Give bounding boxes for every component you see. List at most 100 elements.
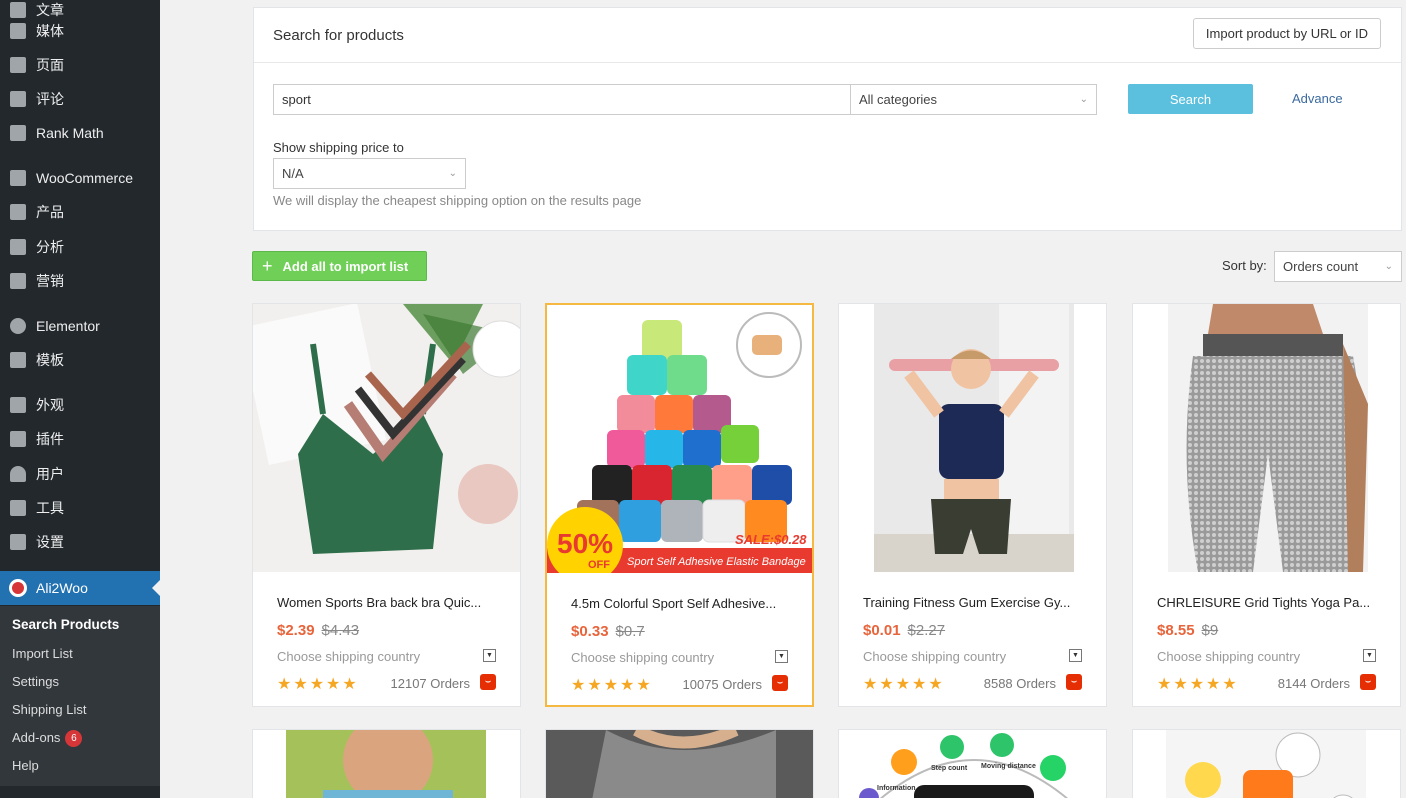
shipping-country-link[interactable]: Choose shipping country [571,650,714,665]
menu-label: 页面 [36,57,64,73]
orders-count: 8588 Orders [983,676,1056,691]
menu-label: 用户 [36,466,64,482]
category-select[interactable]: All categories ⌄ [850,84,1097,115]
product-card[interactable] [1132,729,1401,798]
submenu-add-ons[interactable]: Add-ons 6 [12,728,83,748]
appearance-icon [0,397,36,413]
shipping-country-link[interactable]: Choose shipping country [277,649,420,664]
shipping-country-select[interactable]: N/A ⌄ [273,158,466,189]
rating-stars: ★★★★★ [277,676,359,693]
menu-label: 模板 [36,352,64,368]
search-button[interactable]: Search [1128,84,1253,114]
product-image[interactable] [839,304,1106,572]
product-card[interactable]: Training Fitness Gum Exercise Gy... $0.0… [838,303,1107,707]
submenu-help[interactable]: Help [12,756,39,776]
orders-count: 12107 Orders [390,676,471,691]
admin-sidebar: 文章 媒体 页面 评论 Rank Math WooCommerce 产品 分析 … [0,0,160,798]
product-title[interactable]: CHRLEISURE Grid Tights Yoga Pa... [1157,595,1379,610]
menu-item-media[interactable]: 媒体 [0,14,160,48]
menu-item-rank-math[interactable]: Rank Math [0,116,160,150]
product-old-price: $4.43 [321,622,360,639]
product-card[interactable]: CHRLEISURE Grid Tights Yoga Pa... $8.55 … [1132,303,1401,707]
active-indicator [152,580,160,596]
submenu-shipping-list[interactable]: Shipping List [12,700,86,720]
dropdown-arrow-icon[interactable]: ▼ [1069,649,1082,662]
menu-item-tools[interactable]: 工具 [0,491,160,525]
dropdown-arrow-icon[interactable]: ▼ [1363,649,1376,662]
product-old-price: $9 [1201,622,1219,639]
menu-item-pages[interactable]: 页面 [0,48,160,82]
chevron-down-icon: ⌄ [1079,94,1088,105]
menu-item-products[interactable]: 产品 [0,195,160,229]
product-card[interactable]: 50% OFF SALE:$0.28 Sport Self Adhesive E… [545,303,814,707]
product-image[interactable] [1133,304,1400,572]
rank-math-icon [0,125,36,141]
product-title[interactable]: Women Sports Bra back bra Quic... [277,595,499,610]
product-title[interactable]: Training Fitness Gum Exercise Gy... [863,595,1085,610]
dropdown-arrow-icon[interactable]: ▼ [775,650,788,663]
product-price: $2.39 [277,622,315,639]
marketing-icon [0,273,36,289]
menu-item-templates[interactable]: 模板 [0,343,160,377]
pages-icon [0,57,36,73]
aliexpress-icon[interactable]: ⌣ [1066,674,1082,690]
sale-price-banner: SALE:$0.28 [735,532,807,547]
product-title[interactable]: 4.5m Colorful Sport Self Adhesive... [571,596,793,611]
shipping-label: Show shipping price to [273,140,404,155]
product-image[interactable] [1133,730,1400,798]
dropdown-arrow-icon[interactable]: ▼ [483,649,496,662]
add-all-to-import-list-button[interactable]: + Add all to import list [252,251,427,281]
product-price: $8.55 [1157,622,1195,639]
menu-item-comments[interactable]: 评论 [0,82,160,116]
menu-item-marketing[interactable]: 营销 [0,264,160,298]
menu-item-analytics[interactable]: 分析 [0,230,160,264]
product-image[interactable] [253,730,520,798]
sale-percent: 50% [557,528,613,559]
product-card[interactable] [545,729,814,798]
menu-label: 评论 [36,91,64,107]
aliexpress-icon[interactable]: ⌣ [772,675,788,691]
product-card[interactable] [252,729,521,798]
search-input[interactable]: sport [273,84,850,115]
menu-item-ali2woo[interactable]: Ali2Woo [0,571,160,605]
settings-icon [0,534,36,550]
advance-link[interactable]: Advance [1292,91,1343,106]
sort-select[interactable]: Orders count ⌄ [1274,251,1402,282]
orders-count: 8144 Orders [1277,676,1350,691]
feature-label: Moving distance [981,763,1036,770]
chevron-down-icon: ⌄ [1384,261,1393,272]
menu-item-users[interactable]: 用户 [0,457,160,491]
menu-label: 媒体 [36,23,64,39]
submenu-import-list[interactable]: Import List [12,644,73,664]
woocommerce-icon [0,170,36,186]
import-by-url-button[interactable]: Import product by URL or ID [1192,18,1381,49]
update-count-badge: 6 [65,730,83,748]
aliexpress-icon[interactable]: ⌣ [480,674,496,690]
product-card[interactable]: Women Sports Bra back bra Quic... $2.39 … [252,303,521,707]
product-old-price: $0.7 [615,623,645,640]
sort-label: Sort by: [1222,258,1267,273]
shipping-hint: We will display the cheapest shipping op… [273,193,642,208]
menu-item-plugins[interactable]: 插件 [0,422,160,456]
shipping-value: N/A [282,166,304,181]
menu-item-appearance[interactable]: 外观 [0,388,160,422]
product-image[interactable]: Step count Moving distance Information [839,730,1106,798]
feature-label: Information [877,785,916,792]
product-image[interactable]: 50% OFF SALE:$0.28 Sport Self Adhesive E… [547,305,812,573]
menu-item-elementor[interactable]: Elementor [0,309,160,343]
product-card[interactable]: Step count Moving distance Information [838,729,1107,798]
menu-item-settings[interactable]: 设置 [0,525,160,559]
ali2woo-icon [0,579,36,597]
shipping-country-link[interactable]: Choose shipping country [863,649,1006,664]
ali2woo-submenu: Search Products Import List Settings Shi… [0,606,160,786]
shipping-country-link[interactable]: Choose shipping country [1157,649,1300,664]
category-value: All categories [859,92,938,107]
menu-item-woocommerce[interactable]: WooCommerce [0,161,160,195]
product-image[interactable] [253,304,520,572]
sale-off: OFF [588,559,610,571]
product-image[interactable] [546,730,813,798]
submenu-settings[interactable]: Settings [12,672,59,692]
feature-label: Step count [931,765,968,772]
aliexpress-icon[interactable]: ⌣ [1360,674,1376,690]
submenu-search-products[interactable]: Search Products [12,615,119,635]
